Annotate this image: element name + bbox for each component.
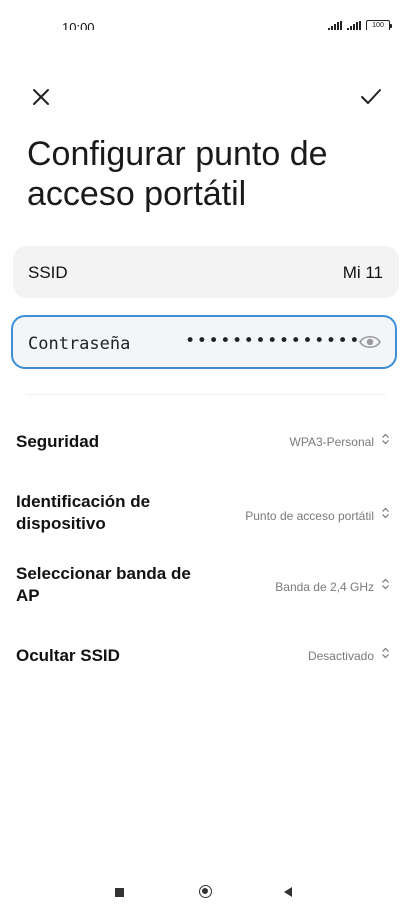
close-icon[interactable] [28,84,54,110]
password-label: Contraseña [28,334,131,354]
back-button[interactable] [284,887,292,897]
recents-button[interactable] [115,888,124,897]
divider [26,394,386,395]
updown-chevron-icon [382,507,389,519]
ssid-label: SSID [28,263,68,282]
setting-security[interactable]: Seguridad WPA3-Personal [0,414,412,470]
home-button[interactable] [199,885,212,898]
eye-icon[interactable] [359,333,381,351]
setting-label: Seguridad [16,432,100,451]
setting-label: Ocultar SSID [16,646,120,665]
setting-value: WPA3-Personal [289,435,374,449]
status-bar: 10:00 100 [0,0,412,35]
setting-device-id[interactable]: Identificación de dispositivo Punto de a… [0,482,412,552]
check-icon[interactable] [358,84,384,110]
hotspot-config-sheet: Configurar punto de acceso portátil SSID… [0,30,412,880]
setting-value: Desactivado [307,649,374,663]
password-value: ••••••••••••••• [185,331,362,351]
password-field[interactable]: Contraseña ••••••••••••••• [11,315,397,369]
ssid-field[interactable]: SSID Mi 11 [13,246,399,298]
updown-chevron-icon [382,578,389,590]
navigation-bar [0,880,412,915]
setting-value: Banda de 2,4 GHz [275,580,374,594]
setting-value: Punto de acceso portátil [245,509,374,523]
updown-chevron-icon [382,647,389,659]
setting-label: Identificación de dispositivo [16,492,151,533]
battery-level: 100 [372,22,384,29]
updown-chevron-icon [382,433,389,445]
ssid-value: Mi 11 [342,263,383,282]
page-title: Configurar punto de acceso portátil [27,135,328,213]
setting-label: Seleccionar banda de AP [16,564,191,605]
setting-ap-band[interactable]: Seleccionar banda de AP Banda de 2,4 GHz [0,554,412,624]
setting-hide-ssid[interactable]: Ocultar SSID Desactivado [0,634,412,684]
